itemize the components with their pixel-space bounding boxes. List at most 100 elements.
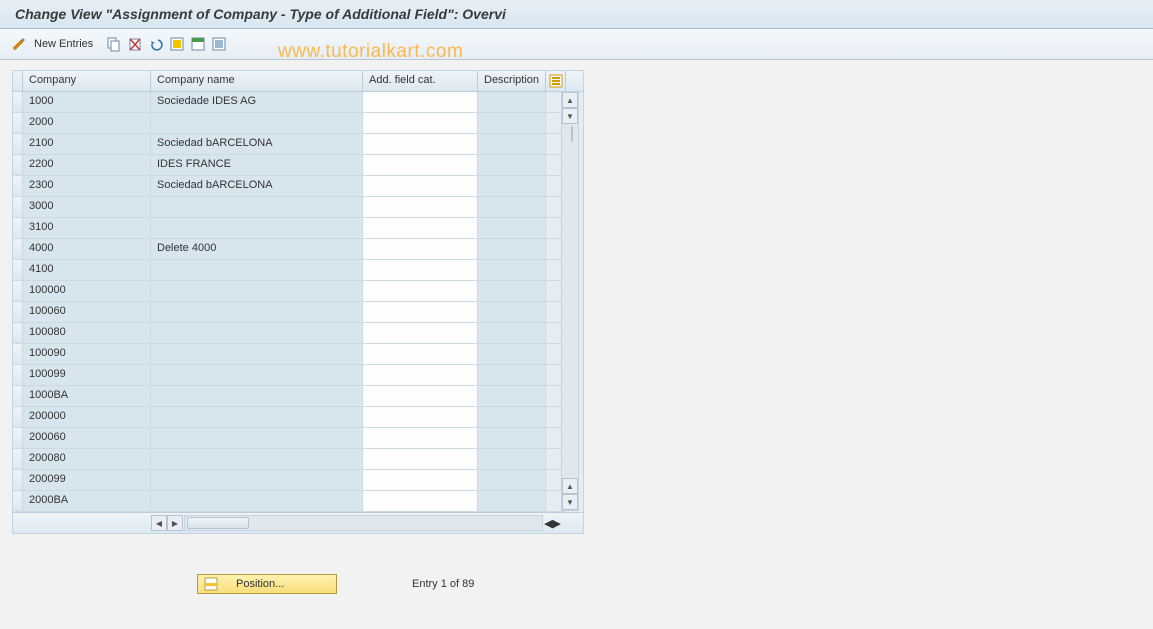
toggle-change-icon[interactable] <box>10 35 28 53</box>
vertical-scrollbar[interactable]: ▲ ▼ ▲ ▼ <box>561 91 579 511</box>
grid-header-company[interactable]: Company <box>23 71 151 91</box>
cell-company[interactable]: 2200 <box>23 155 151 176</box>
row-selector[interactable] <box>13 365 23 386</box>
hscroll-left2-icon[interactable]: ◀ <box>544 517 552 530</box>
cell-add-field-cat[interactable] <box>363 302 478 323</box>
cell-company[interactable]: 3000 <box>23 197 151 218</box>
cell-add-field-cat[interactable] <box>363 218 478 239</box>
row-selector[interactable] <box>13 470 23 491</box>
cell-add-field-cat[interactable] <box>363 407 478 428</box>
scroll-up2-icon[interactable]: ▲ <box>562 478 578 494</box>
table-row: 2300Sociedad bARCELONA <box>13 176 583 197</box>
cell-company[interactable]: 3100 <box>23 218 151 239</box>
horizontal-scrollbar[interactable]: ◀ ▶ <box>151 515 544 531</box>
row-selector[interactable] <box>13 281 23 302</box>
grid-header-company-name[interactable]: Company name <box>151 71 363 91</box>
hscroll-track[interactable] <box>184 515 543 531</box>
scroll-thumb[interactable] <box>571 126 573 142</box>
row-selector[interactable] <box>13 218 23 239</box>
cell-add-field-cat[interactable] <box>363 344 478 365</box>
grid-header-selector[interactable] <box>13 71 23 91</box>
cell-add-field-cat[interactable] <box>363 134 478 155</box>
row-selector[interactable] <box>13 176 23 197</box>
cell-company[interactable]: 200099 <box>23 470 151 491</box>
cell-company-name <box>151 281 363 302</box>
copy-as-icon[interactable] <box>105 35 123 53</box>
hscroll-right-icon[interactable]: ▶ <box>167 515 183 531</box>
cell-company[interactable]: 1000BA <box>23 386 151 407</box>
cell-add-field-cat[interactable] <box>363 470 478 491</box>
hscroll-left-icon[interactable]: ◀ <box>151 515 167 531</box>
row-selector[interactable] <box>13 449 23 470</box>
scroll-down2-icon[interactable]: ▼ <box>562 494 578 510</box>
row-selector[interactable] <box>13 323 23 344</box>
row-selector[interactable] <box>13 491 23 512</box>
table-row: 2000BA <box>13 491 583 512</box>
cell-add-field-cat[interactable] <box>363 428 478 449</box>
cell-company[interactable]: 4100 <box>23 260 151 281</box>
new-entries-button[interactable]: New Entries <box>34 38 93 50</box>
scroll-down-icon[interactable]: ▼ <box>562 108 578 124</box>
row-selector[interactable] <box>13 155 23 176</box>
row-selector[interactable] <box>13 92 23 113</box>
position-button[interactable]: Position... <box>197 574 337 594</box>
row-selector[interactable] <box>13 386 23 407</box>
cell-add-field-cat[interactable] <box>363 197 478 218</box>
grid-header-add-field-cat[interactable]: Add. field cat. <box>363 71 478 91</box>
cell-company-name <box>151 218 363 239</box>
cell-company[interactable]: 4000 <box>23 239 151 260</box>
row-selector[interactable] <box>13 428 23 449</box>
cell-add-field-cat[interactable] <box>363 239 478 260</box>
cell-company[interactable]: 200000 <box>23 407 151 428</box>
row-selector[interactable] <box>13 344 23 365</box>
data-grid: Company Company name Add. field cat. Des… <box>12 70 584 534</box>
cell-add-field-cat[interactable] <box>363 281 478 302</box>
scroll-up-icon[interactable]: ▲ <box>562 92 578 108</box>
row-selector[interactable] <box>13 134 23 155</box>
cell-description <box>478 344 546 365</box>
table-row: 100060 <box>13 302 583 323</box>
cell-company[interactable]: 200080 <box>23 449 151 470</box>
row-selector[interactable] <box>13 260 23 281</box>
grid-header: Company Company name Add. field cat. Des… <box>13 71 583 92</box>
row-selector[interactable] <box>13 113 23 134</box>
cell-add-field-cat[interactable] <box>363 176 478 197</box>
cell-add-field-cat[interactable] <box>363 92 478 113</box>
cell-add-field-cat[interactable] <box>363 155 478 176</box>
hscroll-right2-icon[interactable]: ▶ <box>553 517 561 530</box>
cell-add-field-cat[interactable] <box>363 365 478 386</box>
cell-company[interactable]: 2300 <box>23 176 151 197</box>
deselect-all-icon[interactable] <box>210 35 228 53</box>
cell-add-field-cat[interactable] <box>363 386 478 407</box>
cell-company[interactable]: 1000 <box>23 92 151 113</box>
cell-description <box>478 92 546 113</box>
page-title: Change View "Assignment of Company - Typ… <box>15 6 506 22</box>
cell-company[interactable]: 100090 <box>23 344 151 365</box>
cell-company[interactable]: 2000BA <box>23 491 151 512</box>
cell-company[interactable]: 200060 <box>23 428 151 449</box>
delete-icon[interactable] <box>126 35 144 53</box>
cell-company[interactable]: 100000 <box>23 281 151 302</box>
grid-header-description[interactable]: Description <box>478 71 546 91</box>
cell-description <box>478 428 546 449</box>
hscroll-thumb[interactable] <box>187 517 249 529</box>
select-all-icon[interactable] <box>168 35 186 53</box>
cell-add-field-cat[interactable] <box>363 260 478 281</box>
cell-company[interactable]: 100099 <box>23 365 151 386</box>
cell-description <box>478 197 546 218</box>
cell-company[interactable]: 2000 <box>23 113 151 134</box>
cell-add-field-cat[interactable] <box>363 491 478 512</box>
cell-company[interactable]: 100060 <box>23 302 151 323</box>
cell-company[interactable]: 100080 <box>23 323 151 344</box>
cell-add-field-cat[interactable] <box>363 449 478 470</box>
grid-settings-icon[interactable] <box>546 71 566 91</box>
cell-add-field-cat[interactable] <box>363 323 478 344</box>
row-selector[interactable] <box>13 302 23 323</box>
undo-icon[interactable] <box>147 35 165 53</box>
row-selector[interactable] <box>13 239 23 260</box>
cell-add-field-cat[interactable] <box>363 113 478 134</box>
cell-company[interactable]: 2100 <box>23 134 151 155</box>
select-block-icon[interactable] <box>189 35 207 53</box>
row-selector[interactable] <box>13 407 23 428</box>
row-selector[interactable] <box>13 197 23 218</box>
